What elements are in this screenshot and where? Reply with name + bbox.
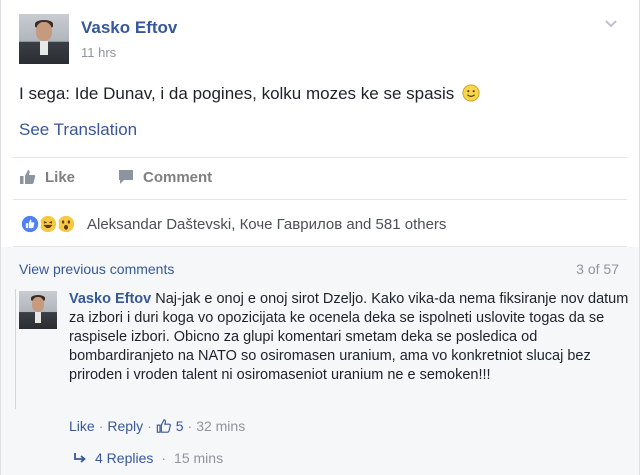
post-timestamp[interactable]: 11 hrs	[81, 45, 116, 60]
comment-body: Vasko Eftov Naj-jak e onoj e onoj sirot …	[69, 290, 629, 385]
chevron-down-icon[interactable]	[603, 16, 619, 32]
comment-reply-link[interactable]: Reply	[107, 418, 143, 434]
separator-dot: ·	[187, 418, 193, 434]
divider	[13, 157, 627, 158]
post-header: Vasko Eftov 11 hrs	[19, 14, 619, 68]
replies-time: 15 mins	[174, 450, 224, 466]
reaction-icons	[19, 213, 83, 235]
divider	[13, 199, 627, 200]
see-translation-link[interactable]: See Translation	[19, 120, 137, 140]
comment-time[interactable]: 32 mins	[196, 418, 245, 434]
comment-bubble-icon	[119, 170, 133, 184]
like-label: Like	[45, 168, 76, 186]
replies-label: 4 Replies	[95, 450, 154, 466]
post-card: Vasko Eftov 11 hrs I sega: Ide Dunav, i …	[0, 0, 640, 475]
thumbs-up-outline-icon	[156, 419, 171, 433]
post-text: I sega: Ide Dunav, i da pogines, kolku m…	[19, 84, 480, 104]
reply-arrow-icon	[74, 453, 86, 463]
comment-text: Naj-jak e onoj e onoj sirot Dzeljo. Kako…	[69, 291, 629, 383]
post-text-content: I sega: Ide Dunav, i da pogines, kolku m…	[19, 84, 455, 103]
comment-author-name[interactable]: Vasko Eftov	[69, 291, 151, 307]
separator-dot: ·	[147, 418, 152, 434]
like-button[interactable]: Like	[19, 168, 75, 186]
comment-author-avatar[interactable]	[19, 291, 57, 329]
post-actions: Like Comment	[19, 168, 419, 190]
comment-label: Comment	[143, 168, 213, 186]
comment-thread-line	[15, 289, 16, 409]
like-count-value: 5	[175, 418, 184, 434]
separator-dot: ·	[98, 418, 104, 434]
view-previous-comments-link[interactable]: View previous comments	[19, 261, 174, 277]
separator-dot: ·	[161, 450, 167, 466]
reaction-names[interactable]: Aleksandar Daštevski, Коче Гаврилов and …	[87, 216, 446, 233]
comments-section: View previous comments 3 of 57 Vasko Eft…	[1, 247, 639, 475]
author-avatar[interactable]	[19, 14, 69, 64]
slightly-smiling-face-icon	[462, 84, 480, 102]
like-reaction-icon	[19, 213, 41, 235]
thumbs-up-icon	[20, 170, 36, 184]
comment-count: 3 of 57	[576, 261, 619, 277]
comment-like-link[interactable]: Like	[69, 418, 95, 434]
view-replies-link[interactable]: 4 Replies · 15 mins	[73, 450, 223, 466]
comment-meta: Like · Reply · 5 · 32 mins	[69, 418, 245, 434]
comment-like-count[interactable]: 5	[156, 418, 184, 434]
comment-button[interactable]: Comment	[117, 168, 212, 186]
author-name[interactable]: Vasko Eftov	[81, 18, 177, 38]
reactions-summary[interactable]: Aleksandar Daštevski, Коче Гаврилов and …	[19, 212, 619, 236]
